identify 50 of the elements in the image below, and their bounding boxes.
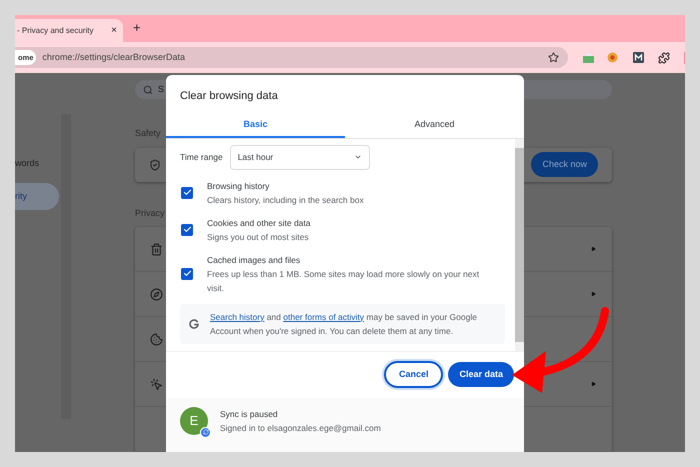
dialog-tab[interactable]: Advanced [345, 114, 524, 138]
chevron-icon[interactable] [591, 246, 596, 252]
option-title: Browsing history [207, 180, 270, 192]
flower-extension-icon[interactable] [607, 52, 618, 63]
dialog-title: Clear browsing data [180, 89, 279, 104]
activity-link[interactable]: other forms of activity [283, 312, 364, 322]
dropdown-caret-icon [354, 153, 362, 161]
checkbox[interactable] [181, 268, 193, 280]
option-description: Clears history, including in the search box [207, 194, 365, 206]
section-heading: Safety [135, 127, 162, 140]
compass-icon [150, 288, 163, 300]
cancel-button[interactable]: Cancel [384, 361, 444, 388]
search-history-link[interactable]: Search history [210, 312, 264, 322]
option-title: Cached images and files [207, 254, 302, 266]
url-text: chrome://settings/clearBrowserData [42, 50, 186, 64]
chevron-icon[interactable] [591, 381, 596, 387]
dialog-tab[interactable]: Basic [166, 114, 345, 138]
new-tab-button[interactable]: + [133, 18, 141, 37]
cookie-icon [150, 332, 163, 346]
sidebar-item[interactable]: rity [15, 183, 59, 210]
time-range-label: Time range [180, 150, 223, 164]
dialog-scrollbar[interactable] [515, 138, 524, 350]
checkbox[interactable] [181, 224, 193, 236]
sync-status: Sync is paused [220, 408, 279, 420]
shield-icon [149, 158, 161, 171]
browser-tab[interactable]: - Privacy and security × [15, 19, 123, 42]
checkbox[interactable] [181, 186, 193, 198]
google-icon [189, 318, 199, 328]
option-title: Cookies and other site data [207, 216, 312, 230]
avatar: E [180, 406, 208, 434]
extensions-icon[interactable] [658, 52, 670, 64]
section-heading: Privacy [135, 206, 166, 220]
check-now-button[interactable]: Check now [531, 152, 598, 178]
time-range-dropdown[interactable]: Last hour [230, 144, 370, 170]
close-tab-icon[interactable]: × [111, 23, 117, 38]
tab-title: - Privacy and security [17, 24, 94, 36]
cursor-icon [150, 378, 163, 390]
m-extension-icon[interactable] [633, 52, 644, 63]
account-email: Signed in to elsagonzales.ege@gmail.com [220, 422, 381, 434]
option-description: Frees up less than 1 MB. Some sites may load more slowly on your next visit. [207, 268, 480, 294]
chevron-icon[interactable] [591, 291, 596, 297]
search-placeholder: S [158, 82, 164, 96]
notice-text: Search history and other forms of activity may be saved in your Google Account when you're signed in. You can delete them at any time. [210, 310, 478, 338]
envelope-extension-icon[interactable] [583, 52, 594, 62]
sync-badge-icon [200, 426, 211, 438]
clear-data-button[interactable]: Clear data [448, 362, 514, 387]
trash-icon [150, 242, 163, 256]
option-description: Signs you out of most sites [207, 230, 310, 244]
search-icon [143, 84, 153, 95]
bookmark-star-icon[interactable] [548, 52, 560, 63]
